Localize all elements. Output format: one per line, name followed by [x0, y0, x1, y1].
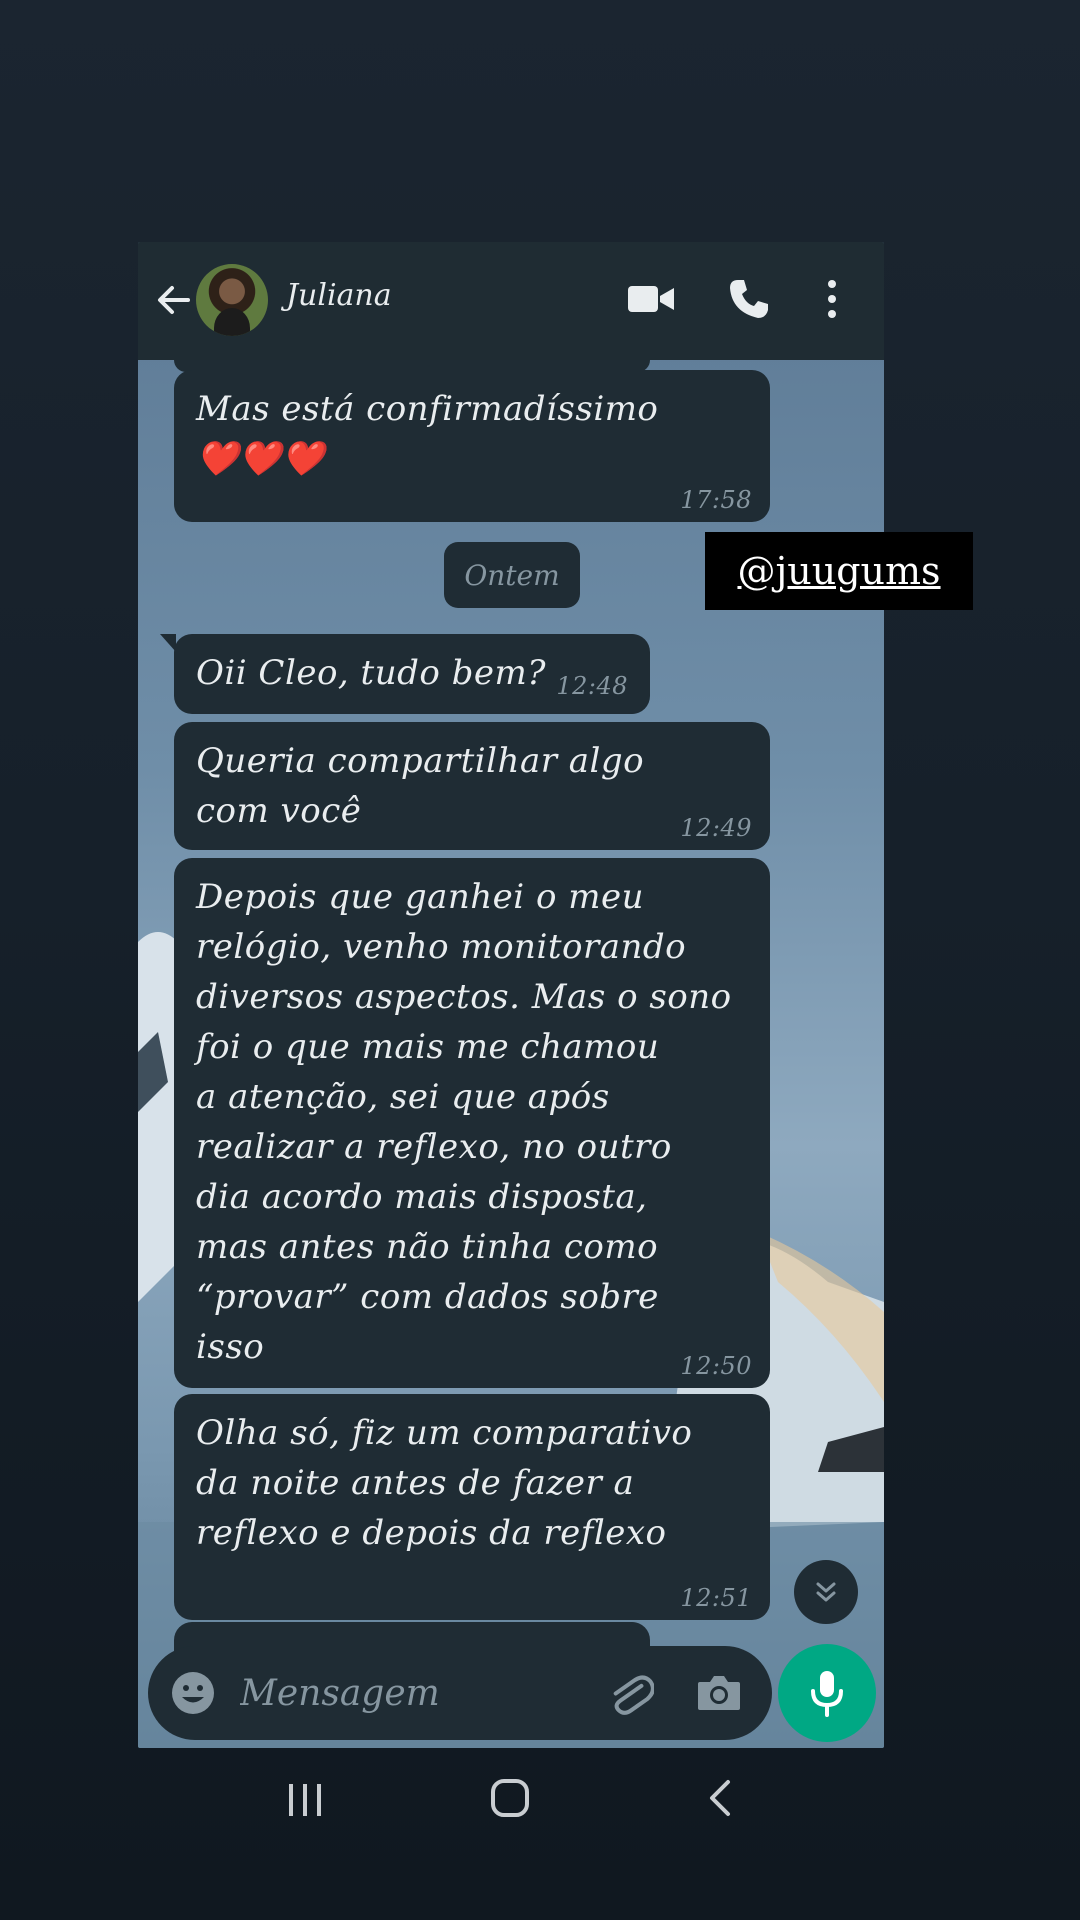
- message-input[interactable]: [238, 1664, 602, 1724]
- recents-icon[interactable]: [285, 1782, 325, 1818]
- contact-name[interactable]: Juliana: [286, 278, 392, 313]
- message-time: 12:50: [680, 1352, 752, 1380]
- message-text: Depois que ganhei o meu relógio, venho m…: [196, 877, 732, 1367]
- scroll-to-bottom-button[interactable]: [794, 1560, 858, 1624]
- emoji-icon[interactable]: [170, 1670, 216, 1716]
- more-options-icon[interactable]: [824, 278, 840, 320]
- mic-icon: [811, 1671, 843, 1717]
- message-text: Mas está confirmadíssimo ❤️❤️❤️: [196, 389, 659, 479]
- message-composer: [148, 1646, 772, 1740]
- phone-call-icon[interactable]: [728, 278, 770, 320]
- message-bubble[interactable]: Olha só, fiz um comparativo da noite ant…: [174, 1394, 770, 1620]
- message-time: 12:48: [556, 672, 628, 700]
- message-bubble[interactable]: Mas está confirmadíssimo ❤️❤️❤️ 17:58: [174, 370, 770, 522]
- message-time: 17:58: [680, 486, 752, 514]
- message-bubble[interactable]: Queria compartilhar algo com você 12:49: [174, 722, 770, 850]
- system-navigation-bar: [0, 1748, 1080, 1848]
- camera-icon[interactable]: [696, 1672, 742, 1712]
- date-separator: Ontem: [444, 542, 580, 608]
- chat-header: Juliana: [138, 242, 884, 360]
- message-time: 12:49: [680, 814, 752, 842]
- chat-screen: Juliana Mas está confirmadíssimo ❤️❤️❤️ …: [138, 242, 884, 1748]
- home-icon[interactable]: [490, 1778, 530, 1818]
- message-bubble[interactable]: Depois que ganhei o meu relógio, venho m…: [174, 858, 770, 1388]
- message-time: 12:51: [680, 1584, 752, 1612]
- avatar[interactable]: [196, 264, 268, 336]
- back-arrow-icon[interactable]: [152, 278, 196, 322]
- mic-button[interactable]: [778, 1644, 876, 1742]
- video-call-icon[interactable]: [628, 282, 674, 316]
- username-sticker: @juugums: [705, 532, 973, 610]
- attach-icon[interactable]: [606, 1668, 654, 1718]
- message-text: Queria compartilhar algo com você: [196, 741, 645, 831]
- message-bubble[interactable]: Oii Cleo, tudo bem? 12:48: [160, 634, 650, 714]
- message-text: Olha só, fiz um comparativo da noite ant…: [196, 1413, 693, 1553]
- nav-back-icon[interactable]: [706, 1778, 734, 1818]
- double-chevron-down-icon: [816, 1582, 836, 1602]
